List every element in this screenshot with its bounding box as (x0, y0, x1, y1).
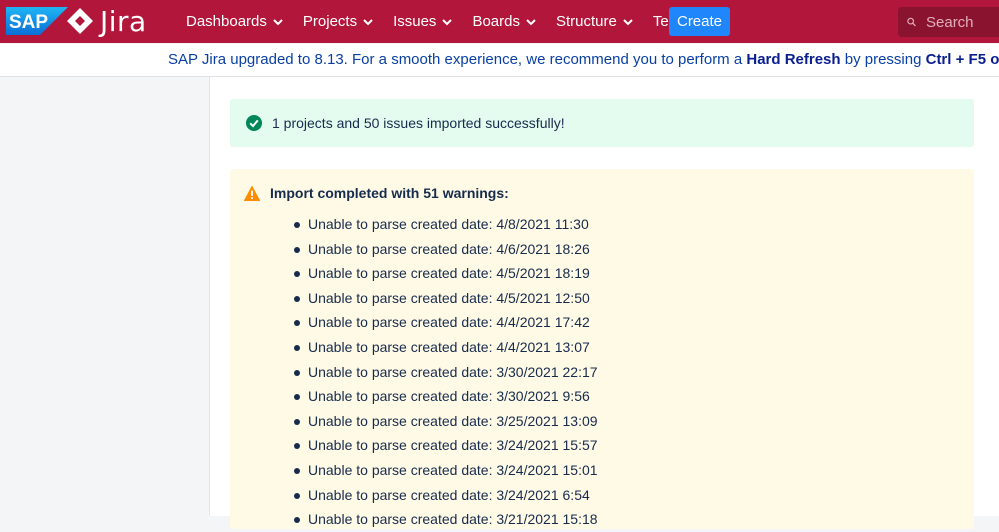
warning-title: Import completed with 51 warnings: (270, 185, 509, 201)
chevron-down-icon (526, 18, 536, 25)
announcement-text: SAP Jira upgraded to 8.13. For a smooth … (168, 51, 999, 68)
announcement-hard-refresh: Hard Refresh (746, 51, 841, 68)
main-nav: Dashboards Projects Issues Boards Struct… (176, 0, 714, 43)
warning-list-item: Unable to parse created date: 4/6/2021 1… (292, 237, 598, 262)
chevron-down-icon (273, 18, 283, 25)
warning-header: Import completed with 51 warnings: (244, 185, 509, 201)
warning-list-item: Unable to parse created date: 3/30/2021 … (292, 384, 598, 409)
warning-list-item: Unable to parse created date: 4/8/2021 1… (292, 212, 598, 237)
nav-label: Structure (555, 13, 617, 30)
warning-list-item: Unable to parse created date: 4/5/2021 1… (292, 286, 598, 311)
sap-logo-text: SAP (9, 12, 48, 33)
announcement-prefix: SAP Jira upgraded to 8.13. For a smooth … (168, 51, 747, 68)
success-message: 1 projects and 50 issues imported succes… (230, 99, 974, 147)
warning-list-item: Unable to parse created date: 3/21/2021 … (292, 507, 598, 532)
warning-list: Unable to parse created date: 4/8/2021 1… (292, 212, 598, 532)
nav-label: Projects (302, 13, 358, 30)
warning-list-item: Unable to parse created date: 3/24/2021 … (292, 458, 598, 483)
nav-dashboards[interactable]: Dashboards (176, 0, 293, 43)
warning-list-item: Unable to parse created date: 4/4/2021 1… (292, 335, 598, 360)
check-circle-icon (246, 115, 262, 131)
jira-logo[interactable]: Jira (66, 4, 147, 38)
nav-issues[interactable]: Issues (383, 0, 462, 43)
nav-projects[interactable]: Projects (293, 0, 383, 43)
search-icon (907, 17, 916, 27)
warning-list-item: Unable to parse created date: 3/30/2021 … (292, 360, 598, 385)
warning-list-item: Unable to parse created date: 3/24/2021 … (292, 433, 598, 458)
chevron-down-icon (363, 18, 373, 25)
chevron-down-icon (623, 18, 633, 25)
nav-structure[interactable]: Structure (546, 0, 643, 43)
warning-list-item: Unable to parse created date: 3/25/2021 … (292, 409, 598, 434)
left-sidebar (0, 77, 208, 516)
search-box[interactable] (898, 7, 999, 37)
nav-label: Dashboards (186, 13, 267, 30)
warning-icon (244, 185, 260, 201)
warning-list-item: Unable to parse created date: 4/4/2021 1… (292, 310, 598, 335)
announcement-banner: SAP Jira upgraded to 8.13. For a smooth … (0, 44, 999, 77)
nav-label: Issues (393, 13, 437, 30)
chevron-down-icon (442, 18, 453, 25)
search-input[interactable] (924, 12, 999, 32)
jira-diamond-icon (67, 8, 93, 34)
top-navigation-bar: SAP Jira Dashboards Projects Issues Boar… (0, 0, 999, 43)
create-button[interactable]: Create (669, 7, 730, 36)
nav-boards[interactable]: Boards (462, 0, 546, 43)
product-name: Jira (100, 4, 147, 38)
sap-logo[interactable]: SAP (6, 7, 68, 35)
announcement-middle: by pressing (840, 51, 926, 68)
success-text: 1 projects and 50 issues imported succes… (272, 115, 565, 131)
warning-list-item: Unable to parse created date: 4/5/2021 1… (292, 261, 598, 286)
nav-label: Boards (472, 13, 520, 30)
warning-message: Import completed with 51 warnings: Unabl… (230, 169, 974, 529)
announcement-shortcut: Ctrl + F5 or Cmd + Shift (925, 51, 999, 68)
warning-list-item: Unable to parse created date: 3/24/2021 … (292, 483, 598, 508)
main-content: 1 projects and 50 issues imported succes… (209, 77, 999, 529)
